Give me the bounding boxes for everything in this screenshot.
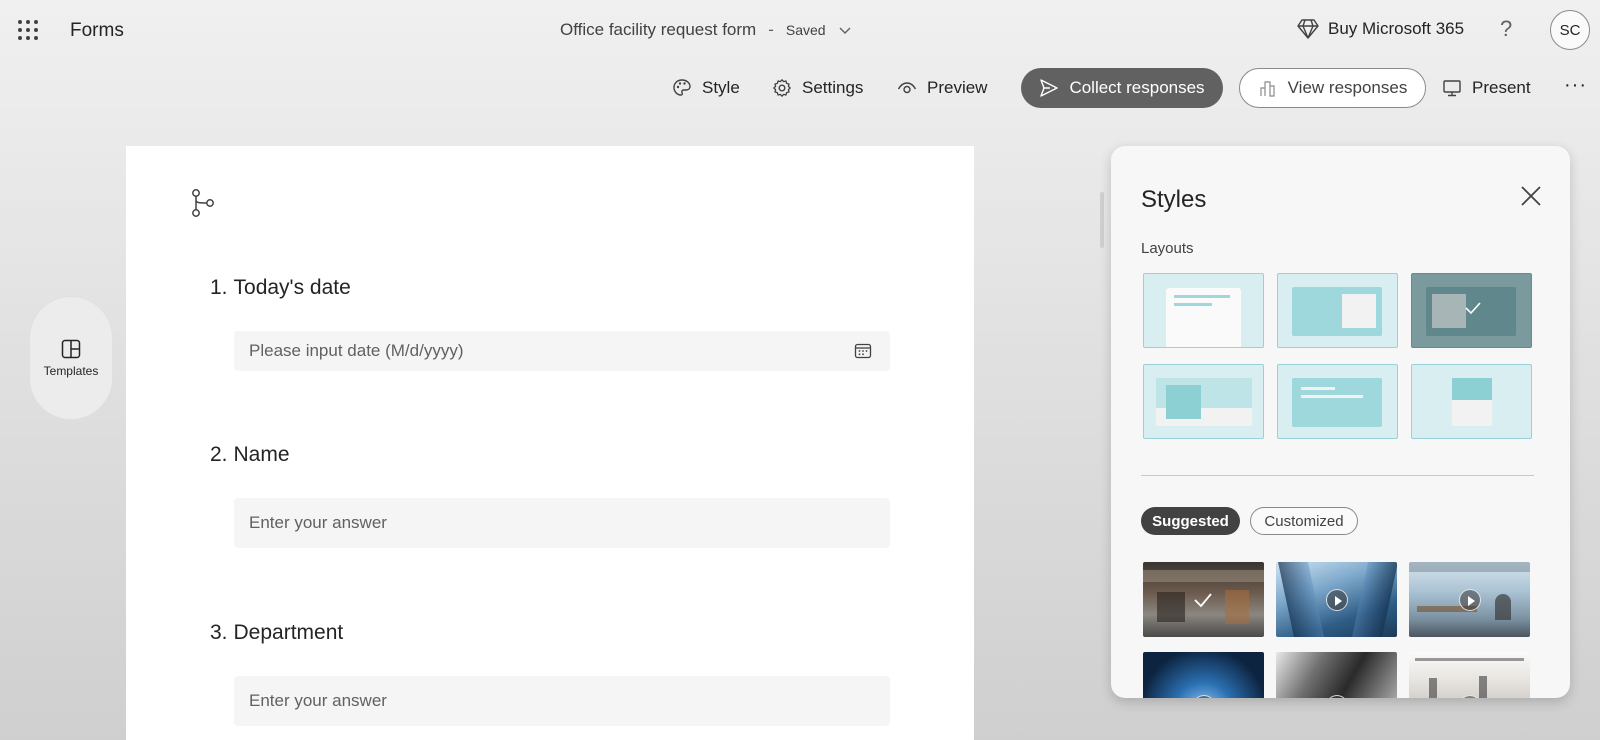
play-icon — [1458, 588, 1481, 611]
layout-option-6[interactable] — [1411, 364, 1532, 439]
diamond-icon — [1297, 19, 1319, 39]
help-button[interactable]: ? — [1500, 16, 1512, 42]
question-text: Name — [233, 443, 290, 466]
layout-option-4[interactable] — [1143, 364, 1264, 439]
theme-thumbnail-business[interactable] — [1276, 652, 1397, 698]
panel-divider — [1141, 475, 1534, 476]
send-icon — [1040, 79, 1059, 97]
form-toolbar: Style Settings Preview Collect responses… — [0, 68, 1600, 108]
calendar-icon[interactable] — [854, 342, 872, 360]
name-input[interactable]: Enter your answer — [234, 498, 890, 548]
date-input[interactable]: Please input date (M/d/yyyy) — [234, 331, 890, 371]
form-canvas: 1. Today's date Please input date (M/d/yy… — [126, 146, 974, 740]
question-number: 3. — [210, 621, 228, 644]
eye-icon — [897, 82, 917, 94]
title-separator: - — [768, 20, 774, 39]
panel-title: Styles — [1141, 186, 1207, 213]
tab-customized[interactable]: Customized — [1250, 507, 1358, 535]
checkmark-icon — [1465, 302, 1481, 315]
form-title-area[interactable]: Office facility request form - Saved — [560, 20, 852, 40]
date-placeholder: Please input date (M/d/yyyy) — [249, 341, 464, 360]
monitor-icon — [1443, 80, 1461, 97]
tab-suggested[interactable]: Suggested — [1141, 507, 1240, 535]
app-name[interactable]: Forms — [70, 20, 124, 42]
layout-option-5[interactable] — [1277, 364, 1398, 439]
scrollbar-thumb[interactable] — [1100, 192, 1104, 248]
department-input[interactable]: Enter your answer — [234, 676, 890, 726]
theme-thumbnail-skyscrapers[interactable] — [1276, 562, 1397, 637]
settings-button[interactable]: Settings — [772, 68, 863, 108]
palette-icon — [673, 79, 691, 96]
play-icon — [1325, 588, 1348, 611]
question-number: 1. — [210, 276, 228, 299]
question-number: 2. — [210, 443, 228, 466]
templates-button[interactable]: Templates — [30, 297, 112, 419]
style-button[interactable]: Style — [672, 68, 740, 108]
layout-option-1[interactable] — [1143, 273, 1264, 348]
collect-responses-button[interactable]: Collect responses — [1021, 68, 1223, 108]
question-text: Today's date — [233, 276, 351, 299]
preview-label: Preview — [927, 78, 988, 97]
branching-icon[interactable] — [190, 188, 216, 218]
checkmark-icon — [1194, 593, 1212, 608]
top-bar: Forms Office facility request form - Sav… — [0, 0, 1600, 62]
play-icon — [1325, 695, 1348, 698]
present-button[interactable]: Present — [1442, 68, 1531, 108]
collect-label: Collect responses — [1069, 78, 1205, 97]
question-text: Department — [233, 621, 344, 644]
templates-label: Templates — [43, 364, 99, 378]
theme-thumbnail-office-selected[interactable] — [1143, 562, 1264, 637]
name-placeholder: Enter your answer — [249, 513, 387, 532]
department-placeholder: Enter your answer — [249, 691, 387, 710]
avatar[interactable]: SC — [1550, 10, 1590, 50]
play-icon — [1458, 695, 1481, 698]
view-label: View responses — [1287, 78, 1408, 97]
layout-template-icon — [61, 339, 81, 359]
layouts-label: Layouts — [1141, 240, 1194, 257]
settings-label: Settings — [802, 78, 864, 97]
app-launcher-icon[interactable] — [18, 20, 38, 40]
buy-microsoft-365-link[interactable]: Buy Microsoft 365 — [1296, 18, 1464, 40]
save-status: Saved — [785, 22, 826, 38]
question-title[interactable]: 2. Name — [210, 443, 290, 467]
theme-thumbnail-tech[interactable] — [1143, 652, 1264, 698]
view-responses-button[interactable]: View responses — [1239, 68, 1426, 108]
bar-chart-icon — [1259, 81, 1275, 97]
form-title: Office facility request form — [560, 20, 757, 39]
layout-option-3-selected[interactable] — [1411, 273, 1532, 348]
more-options-button[interactable]: ··· — [1564, 74, 1587, 97]
theme-thumbnail-workspace[interactable] — [1409, 562, 1530, 637]
gear-icon — [773, 79, 791, 97]
style-label: Style — [702, 78, 740, 97]
question-title[interactable]: 1. Today's date — [210, 276, 351, 300]
present-label: Present — [1472, 78, 1531, 97]
play-icon — [1192, 695, 1215, 698]
question-title[interactable]: 3. Department — [210, 621, 343, 645]
buy-label: Buy Microsoft 365 — [1328, 19, 1465, 38]
layout-option-2[interactable] — [1277, 273, 1398, 348]
chevron-down-icon[interactable] — [838, 23, 852, 37]
styles-panel: Styles Layouts Suggested Customized — [1111, 146, 1570, 698]
close-icon[interactable] — [1519, 184, 1543, 208]
preview-button[interactable]: Preview — [897, 68, 987, 108]
theme-thumbnail-open-office[interactable] — [1409, 652, 1530, 698]
